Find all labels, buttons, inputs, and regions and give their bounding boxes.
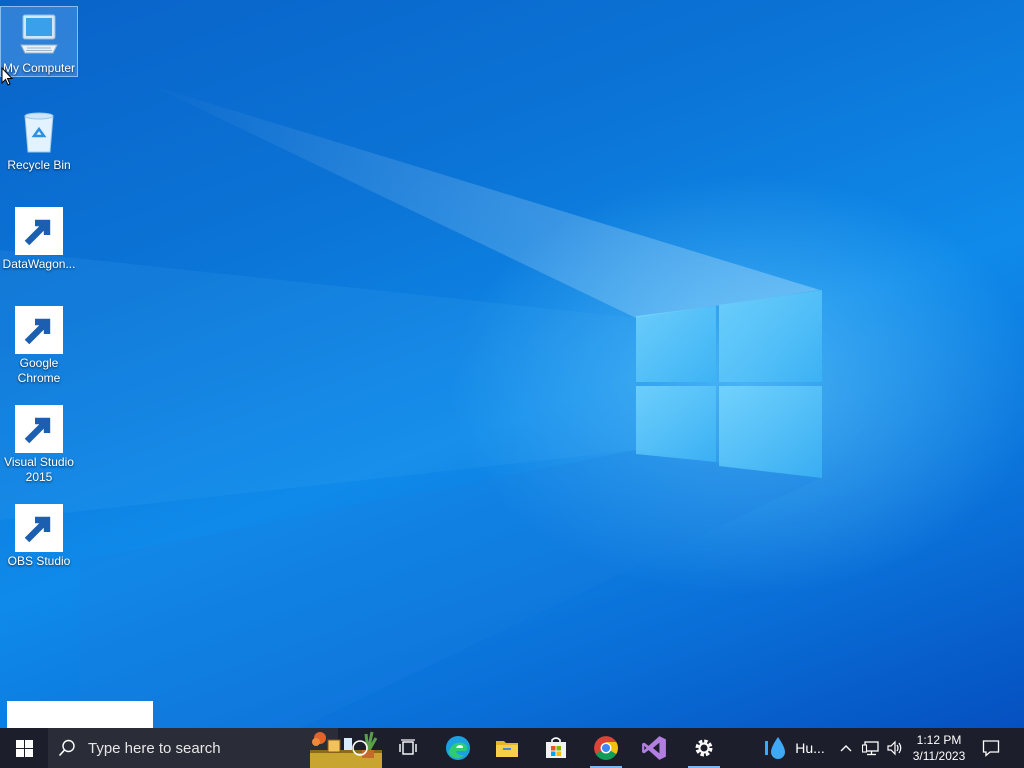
taskbar-cortana-button[interactable]: [336, 728, 384, 768]
taskbar-chrome-button[interactable]: [582, 728, 630, 768]
recycle-bin-icon: [15, 108, 63, 156]
taskbar-search-box[interactable]: Type here to search: [48, 728, 382, 768]
settings-icon: [695, 739, 713, 757]
notification-icon: [982, 740, 1000, 757]
action-center-button[interactable]: [976, 728, 1006, 768]
network-button[interactable]: [860, 728, 882, 768]
taskbar-task-view-button[interactable]: [384, 728, 432, 768]
shortcut-arrow-icon: [15, 306, 63, 354]
mouse-cursor-icon: [1, 67, 13, 86]
desktop-icon-label: Recycle Bin: [7, 158, 71, 172]
desktop-icon-label: Google Chrome: [17, 356, 61, 385]
desktop-icon-recycle-bin[interactable]: Recycle Bin: [0, 104, 78, 173]
desktop-icon-obs-studio[interactable]: OBS Studio: [0, 500, 78, 569]
humidity-drop-icon: [765, 737, 786, 759]
search-placeholder: Type here to search: [88, 739, 221, 757]
obs-icon: [15, 504, 63, 552]
clock-date: 3/11/2023: [912, 749, 966, 763]
desktop-background: My Computer Recycle Bin DataWagon... Goo…: [0, 0, 1024, 728]
weather-text: Hu...: [795, 740, 825, 756]
taskbar-settings-button[interactable]: [680, 728, 728, 768]
visual-studio-icon: [642, 736, 666, 760]
edge-icon: [446, 736, 470, 760]
desktop-icon-label: DataWagon...: [2, 257, 76, 271]
desktop-icon-label: OBS Studio: [7, 554, 71, 568]
shortcut-arrow-icon: [15, 405, 63, 453]
blank-popup-box: [7, 701, 153, 728]
desktop-icon-label: Visual Studio 2015: [4, 455, 74, 484]
start-button[interactable]: [0, 728, 48, 768]
windows-logo-graphic: [636, 290, 822, 478]
shortcut-arrow-icon: [15, 504, 63, 552]
network-icon: [862, 741, 879, 756]
desktop-icon-label: My Computer: [2, 61, 76, 75]
taskbar-visual-studio-button[interactable]: [630, 728, 678, 768]
show-hidden-icons-button[interactable]: [836, 728, 856, 768]
visual-studio-icon: [15, 405, 63, 453]
chevron-up-icon: [840, 745, 852, 752]
chrome-icon: [15, 306, 63, 354]
shortcut-arrow-icon: [15, 207, 63, 255]
chrome-icon: [594, 736, 618, 760]
monitor-icon: [15, 11, 63, 59]
taskbar-edge-button[interactable]: [434, 728, 482, 768]
weather-widget[interactable]: Hu...: [758, 728, 830, 768]
desktop-icon-google-chrome[interactable]: Google Chrome: [0, 302, 78, 386]
file-shortcut-icon: [15, 207, 63, 255]
cortana-icon: [352, 740, 368, 756]
task-view-icon: [399, 739, 417, 755]
taskbar: Type here to search Hu... 1:12 PM 3/11/2…: [0, 728, 1024, 768]
search-icon: [58, 739, 75, 757]
file-explorer-icon: [496, 741, 518, 757]
taskbar-clock[interactable]: 1:12 PM 3/11/2023: [902, 728, 976, 768]
wallpaper-light-beams: [0, 85, 822, 728]
taskbar-microsoft-store-button[interactable]: [532, 728, 580, 768]
taskbar-file-explorer-button[interactable]: [483, 728, 531, 768]
windows-start-icon: [15, 739, 33, 757]
clock-time: 1:12 PM: [916, 733, 962, 747]
microsoft-store-icon: [546, 737, 566, 758]
desktop-icon-visual-studio[interactable]: Visual Studio 2015: [0, 401, 78, 485]
desktop-icon-datawagon[interactable]: DataWagon...: [0, 203, 78, 272]
